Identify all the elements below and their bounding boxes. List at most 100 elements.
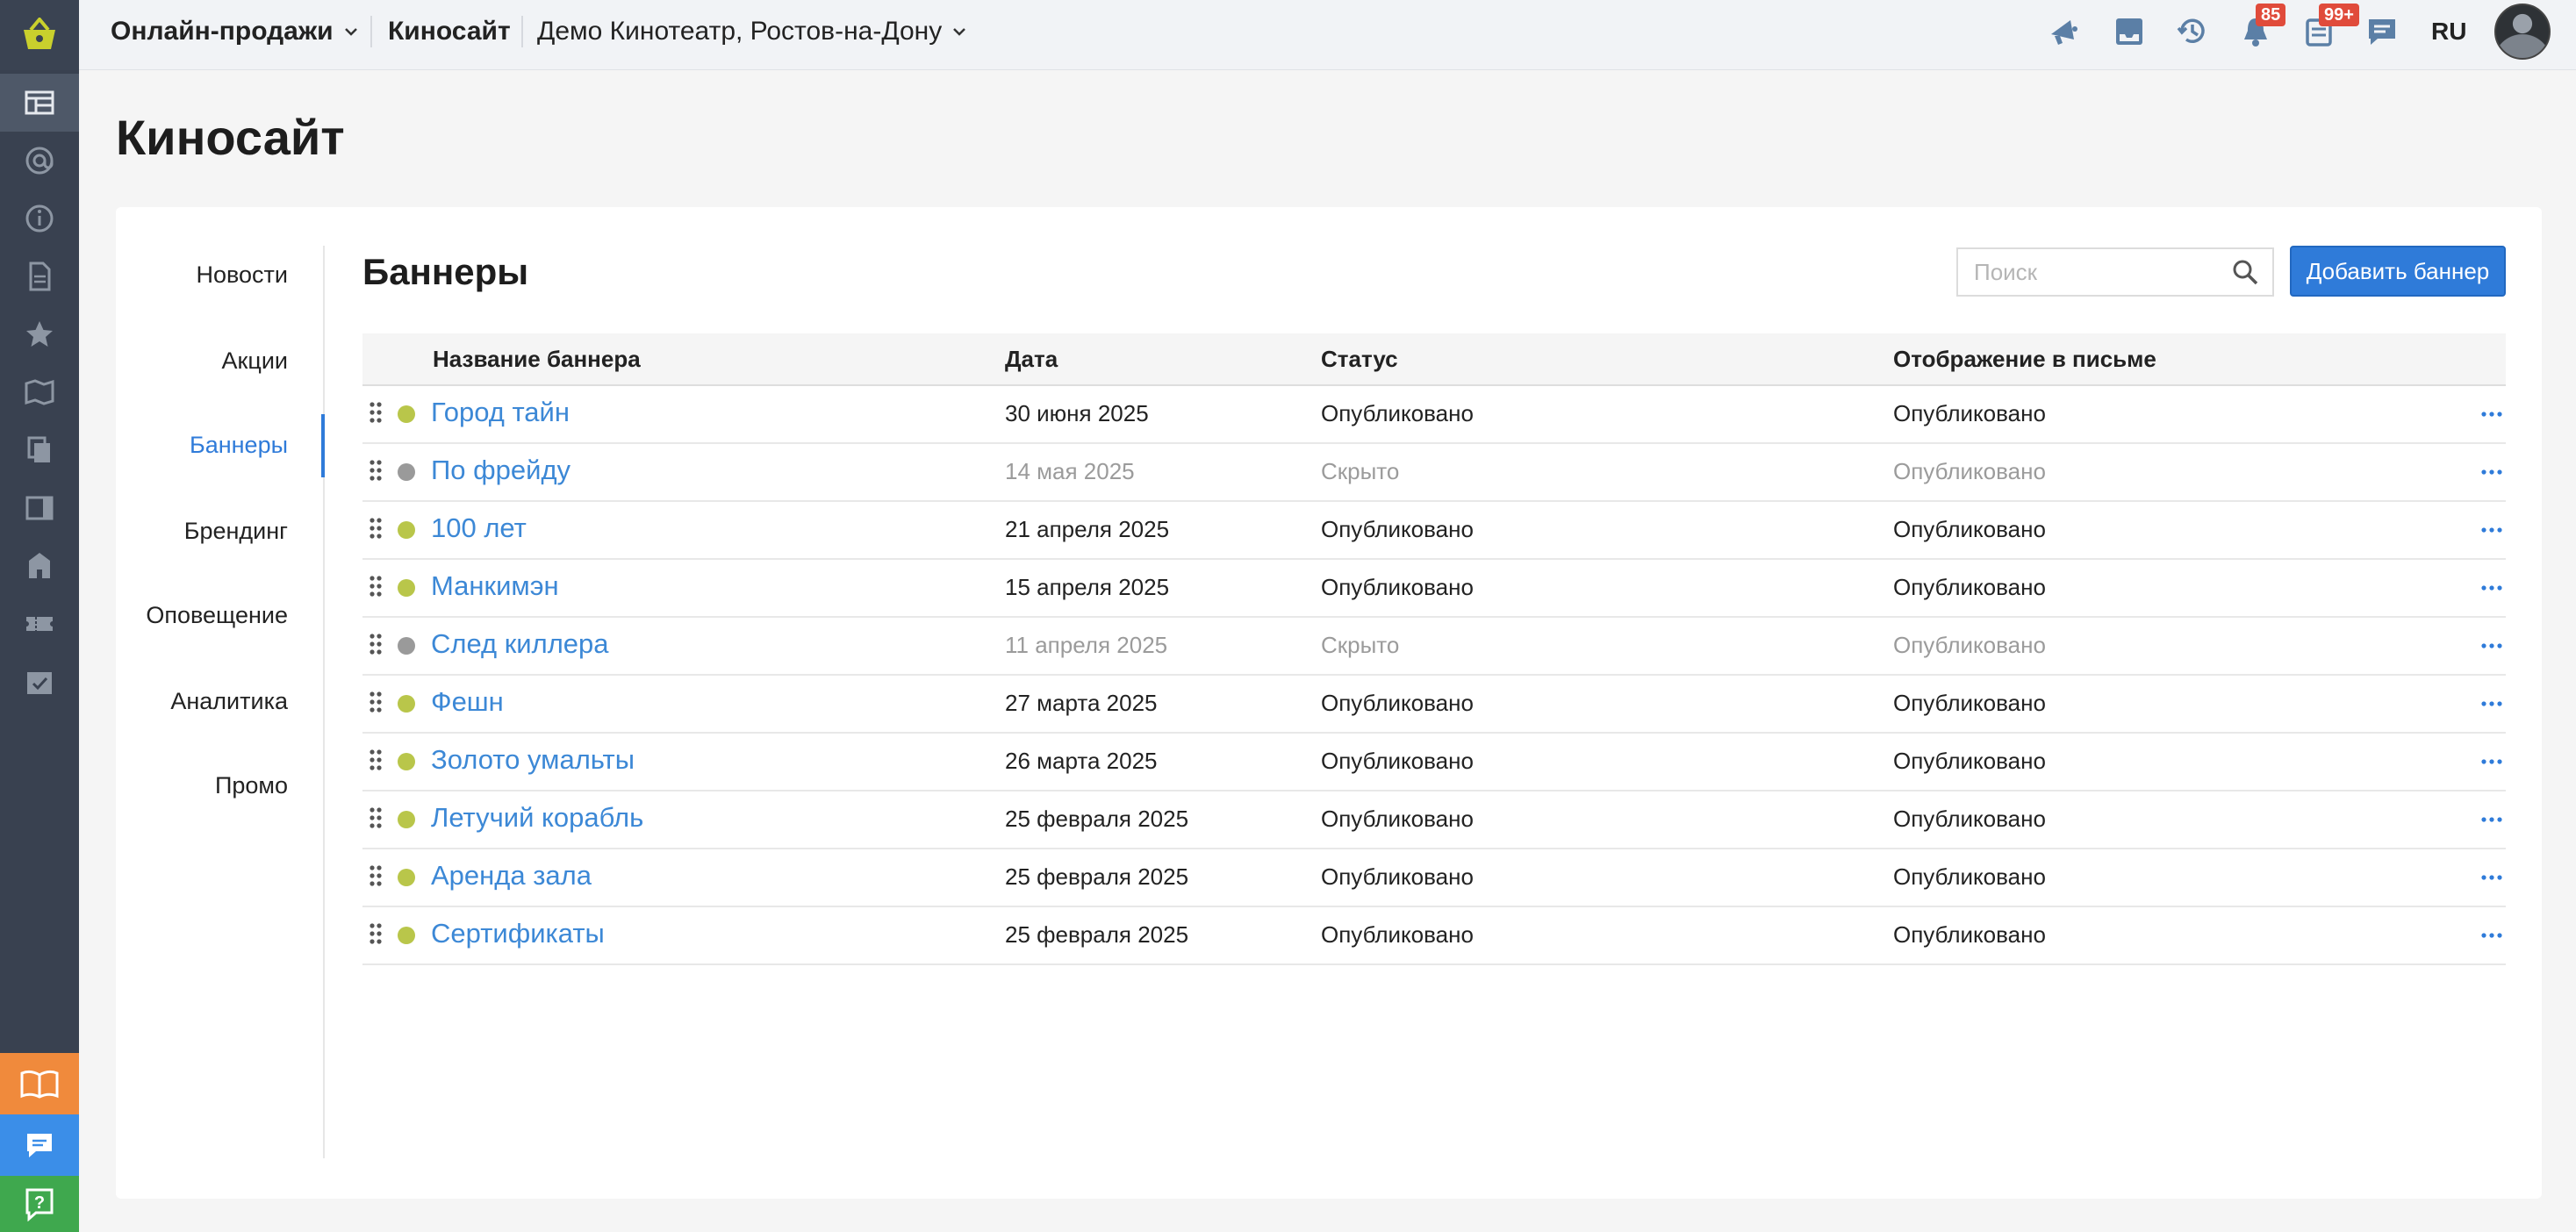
banner-name-link[interactable]: Золото умальты: [431, 744, 635, 776]
subnav-item-notification[interactable]: Оповещение: [146, 602, 288, 629]
inbox-button[interactable]: [2110, 12, 2149, 51]
nav-calendar[interactable]: [0, 653, 79, 711]
nav-map[interactable]: [0, 363, 79, 421]
status-dot: [398, 579, 415, 597]
table-row[interactable]: По фрейду 14 мая 2025 Скрыто Опубликовано: [362, 444, 2506, 502]
table-row[interactable]: Аренда зала 25 февраля 2025 Опубликовано Оп…: [362, 849, 2506, 907]
docs-button[interactable]: [0, 1053, 79, 1114]
drag-handle-icon[interactable]: [368, 690, 384, 714]
tasks-button[interactable]: 99+: [2300, 4, 2359, 51]
tasks-badge: 99+: [2319, 4, 2359, 26]
table-row[interactable]: Золото умальты 26 марта 2025 Опубликовано О…: [362, 734, 2506, 791]
messages-button[interactable]: [2363, 12, 2401, 51]
nav-favorites[interactable]: [0, 305, 79, 363]
drag-handle-icon[interactable]: [368, 458, 384, 483]
banner-name-link[interactable]: По фрейду: [431, 455, 570, 486]
banner-date: 14 мая 2025: [1005, 458, 1135, 484]
table-row[interactable]: Фешн 27 марта 2025 Опубликовано Опубликован…: [362, 676, 2506, 734]
document-icon: [29, 261, 51, 291]
banner-email-display: Опубликовано: [1893, 458, 2046, 484]
star-icon: [26, 321, 53, 347]
banner-name-link[interactable]: Фешн: [431, 686, 504, 718]
drag-handle-icon[interactable]: [368, 574, 384, 598]
table-row[interactable]: Сертификаты 25 февраля 2025 Опубликовано Оп…: [362, 907, 2506, 965]
page-title: Киносайт: [116, 110, 345, 165]
avatar[interactable]: [2494, 4, 2551, 60]
chevron-down-icon: [953, 28, 966, 36]
nav-panel[interactable]: [0, 479, 79, 537]
status-dot: [398, 463, 415, 481]
site-label: Киносайт: [388, 17, 511, 46]
nav-email[interactable]: [0, 132, 79, 190]
subnav-item-promo[interactable]: Промо: [215, 772, 288, 799]
nav-tickets[interactable]: [0, 595, 79, 653]
table-row[interactable]: Манкимэн 15 апреля 2025 Опубликовано Опубли…: [362, 560, 2506, 618]
more-actions-icon[interactable]: [2479, 691, 2504, 716]
more-actions-icon[interactable]: [2479, 402, 2504, 426]
search-input[interactable]: [1956, 247, 2274, 297]
chat-button[interactable]: [0, 1114, 79, 1176]
banner-name-link[interactable]: Манкимэн: [431, 570, 559, 602]
add-banner-button[interactable]: Добавить баннер: [2290, 246, 2506, 297]
drag-handle-icon[interactable]: [368, 748, 384, 772]
language-switcher[interactable]: RU: [2431, 18, 2466, 46]
announcements-button[interactable]: [2045, 12, 2084, 51]
subnav-item-banners[interactable]: Баннеры: [190, 432, 288, 459]
nav-copies[interactable]: [0, 421, 79, 479]
history-button[interactable]: [2173, 12, 2212, 51]
more-actions-icon[interactable]: [2479, 576, 2504, 600]
column-header-status[interactable]: Статус: [1321, 346, 1398, 373]
subnav-divider: [323, 246, 325, 1158]
banner-email-display: Опубликовано: [1893, 574, 2046, 600]
banner-name-link[interactable]: Сертификаты: [431, 918, 605, 949]
more-actions-icon[interactable]: [2479, 518, 2504, 542]
status-dot: [398, 869, 415, 886]
drag-handle-icon[interactable]: [368, 806, 384, 830]
at-icon: [25, 147, 54, 175]
banner-status: Опубликовано: [1321, 921, 1474, 948]
column-header-email-display[interactable]: Отображение в письме: [1893, 346, 2156, 373]
divider: [370, 16, 372, 47]
banner-name-link[interactable]: Аренда зала: [431, 860, 592, 892]
more-actions-icon[interactable]: [2479, 923, 2504, 948]
more-actions-icon[interactable]: [2479, 807, 2504, 832]
more-actions-icon[interactable]: [2479, 460, 2504, 484]
status-dot: [398, 521, 415, 539]
nav-schedule[interactable]: [0, 74, 79, 132]
more-actions-icon[interactable]: [2479, 749, 2504, 774]
drag-handle-icon[interactable]: [368, 516, 384, 541]
drag-handle-icon[interactable]: [368, 400, 384, 425]
app-logo[interactable]: [0, 0, 79, 70]
nav-info[interactable]: [0, 190, 79, 247]
column-header-date[interactable]: Дата: [1005, 346, 1058, 373]
more-actions-icon[interactable]: [2479, 634, 2504, 658]
calendar-check-icon: [27, 672, 52, 694]
banner-name-link[interactable]: 100 лет: [431, 512, 527, 544]
section-switcher[interactable]: Онлайн-продажи: [111, 0, 360, 63]
drag-handle-icon[interactable]: [368, 921, 384, 946]
search-icon[interactable]: [2231, 258, 2259, 286]
banner-name-link[interactable]: Город тайн: [431, 397, 570, 428]
nav-cinema[interactable]: [0, 537, 79, 595]
table-row[interactable]: 100 лет 21 апреля 2025 Опубликовано Опублик…: [362, 502, 2506, 560]
notifications-button[interactable]: 85: [2236, 4, 2286, 51]
table-header: Название баннера Дата Статус Отображение…: [362, 333, 2506, 386]
table-row[interactable]: Город тайн 30 июня 2025 Опубликовано Опубли…: [362, 386, 2506, 444]
banner-name-link[interactable]: След киллера: [431, 628, 609, 660]
more-actions-icon[interactable]: [2479, 865, 2504, 890]
banner-name-link[interactable]: Летучий корабль: [431, 802, 643, 834]
drag-handle-icon[interactable]: [368, 863, 384, 888]
help-button[interactable]: ?: [0, 1176, 79, 1232]
subnav-item-news[interactable]: Новости: [196, 261, 288, 289]
table-row[interactable]: Летучий корабль 25 февраля 2025 Опубликова…: [362, 791, 2506, 849]
table-row[interactable]: След киллера 11 апреля 2025 Скрыто Опублико…: [362, 618, 2506, 676]
divider: [521, 16, 523, 47]
venue-switcher[interactable]: Демо Кинотеатр, Ростов-на-Дону: [537, 0, 968, 63]
drag-handle-icon[interactable]: [368, 632, 384, 656]
column-header-name[interactable]: Название баннера: [433, 346, 641, 373]
subnav-item-promotions[interactable]: Акции: [222, 347, 288, 375]
subnav-item-analytics[interactable]: Аналитика: [170, 688, 288, 715]
nav-documents[interactable]: [0, 247, 79, 305]
subnav-item-branding[interactable]: Брендинг: [184, 518, 288, 545]
site-link[interactable]: Киносайт: [388, 0, 511, 63]
